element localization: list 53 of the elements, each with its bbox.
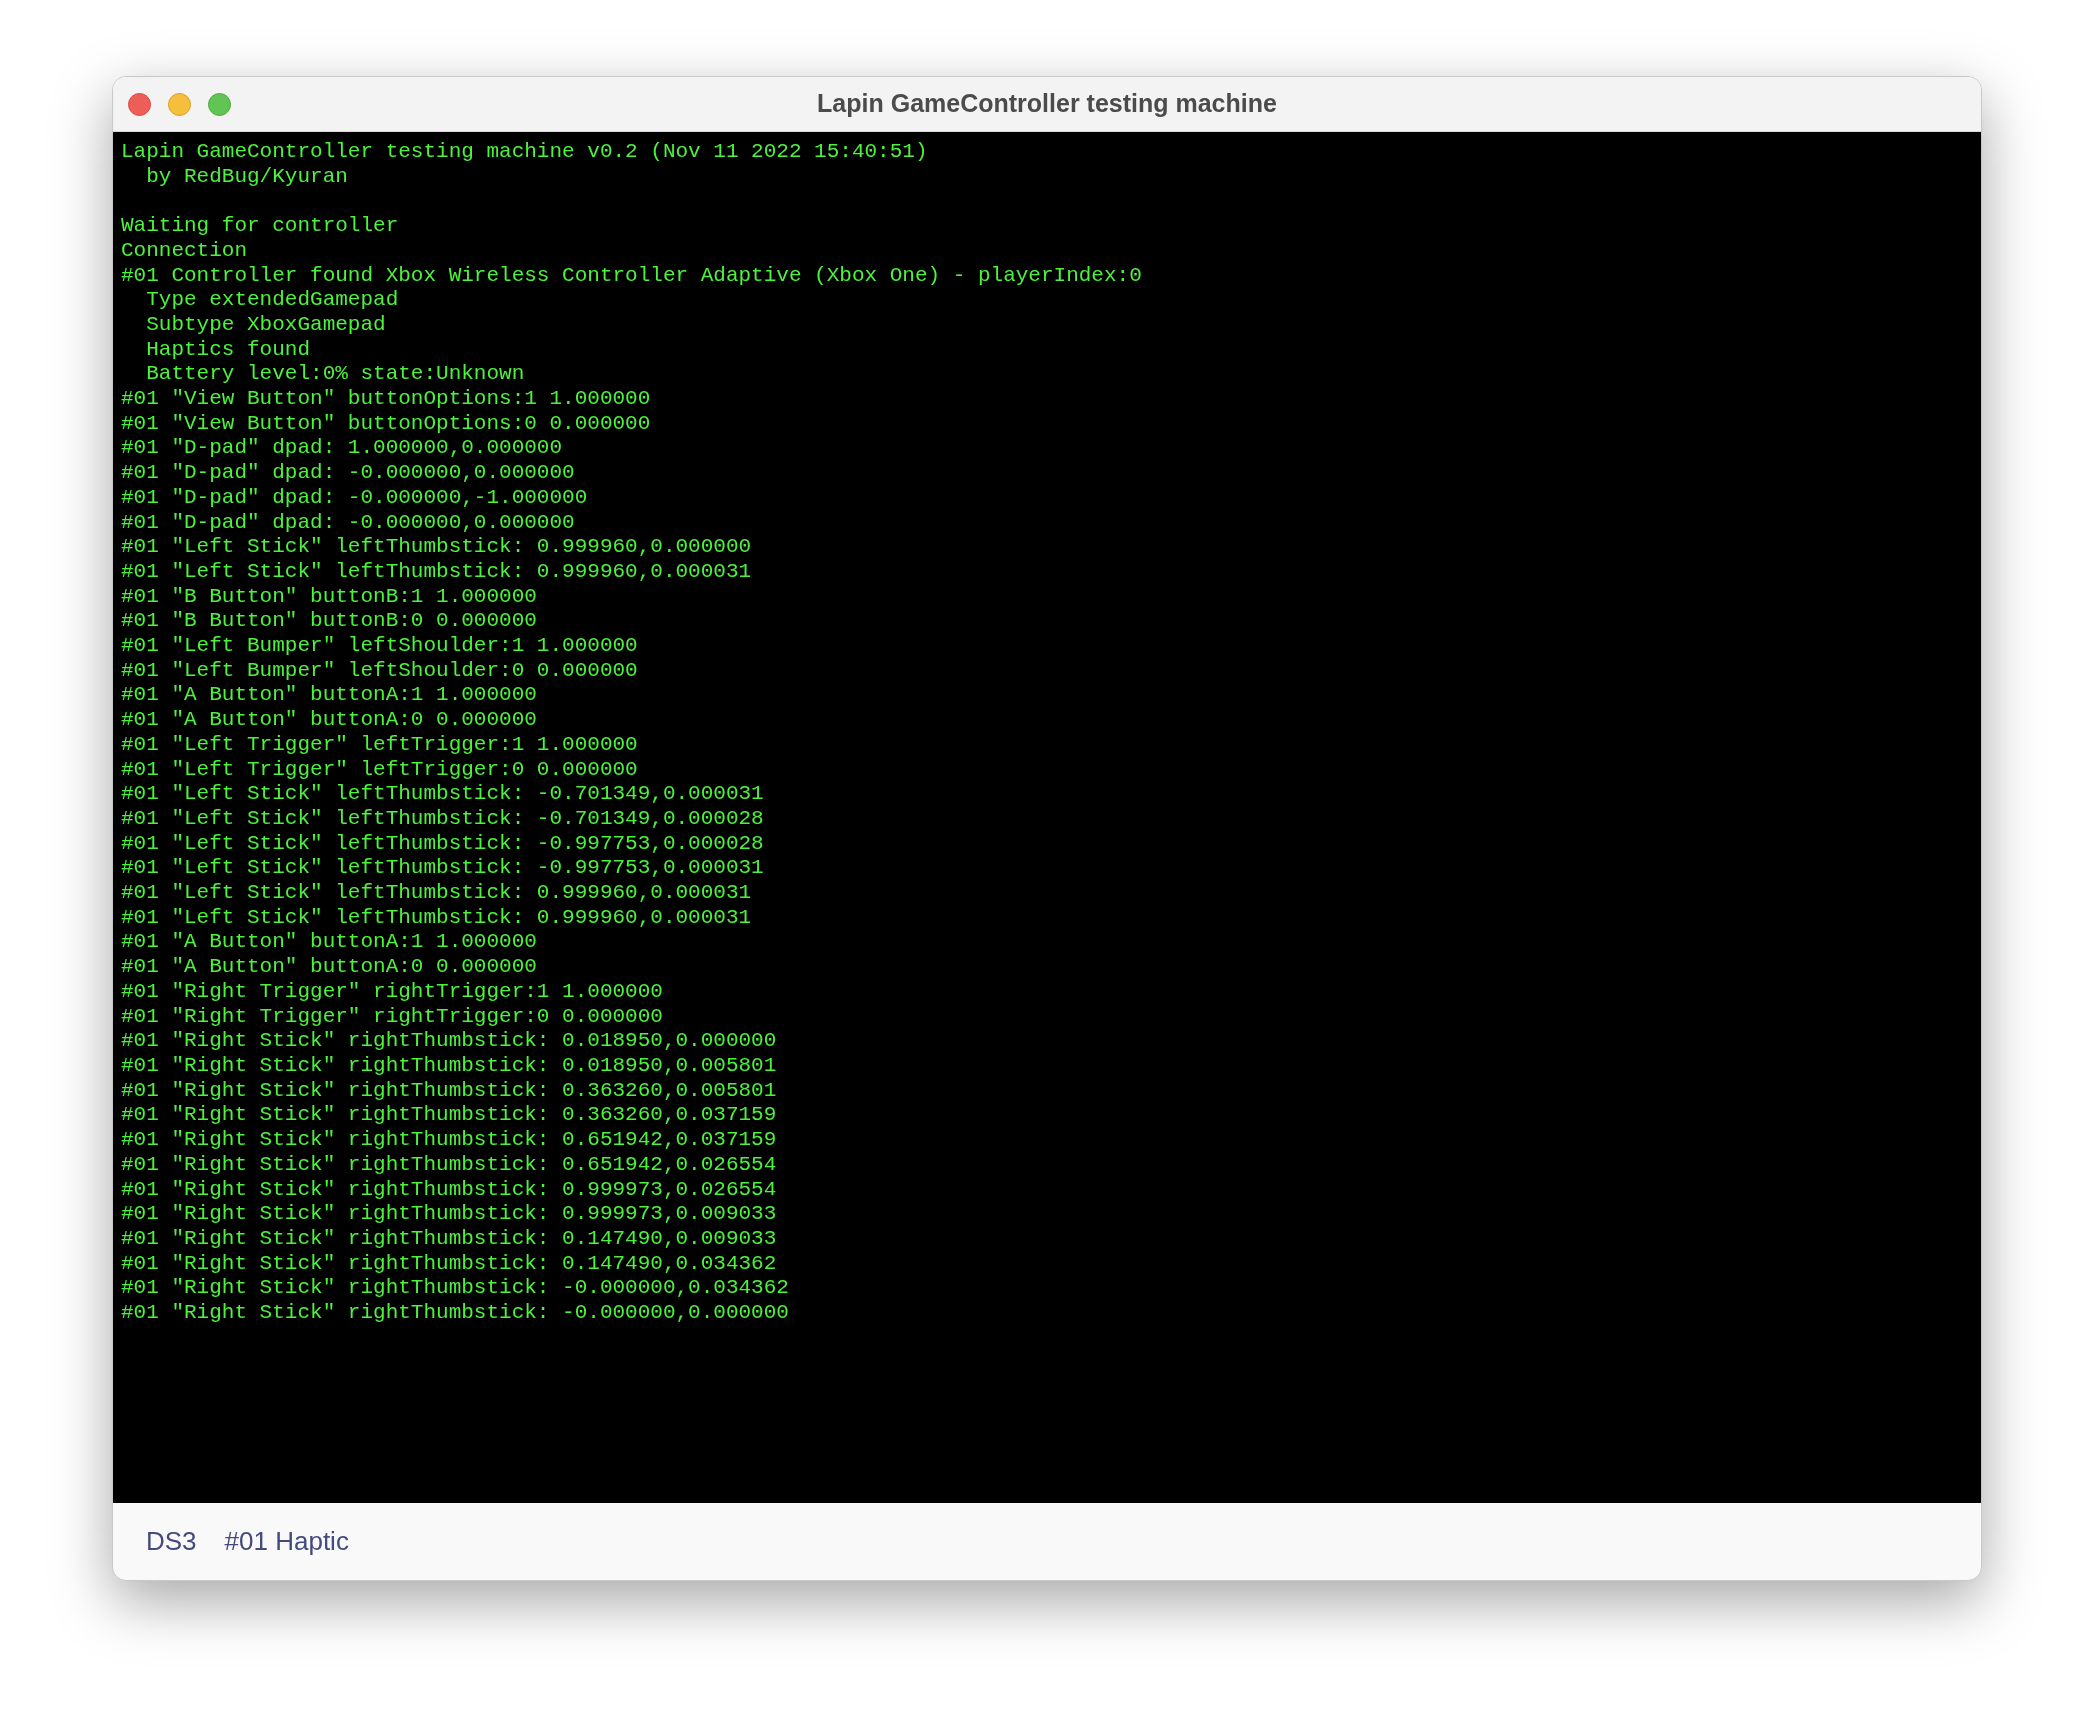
console-line: #01 "Left Stick" leftThumbstick: -0.701349,0.000031 — [121, 782, 764, 807]
console-line: by RedBug/Kyuran — [145, 164, 348, 190]
console-line: #01 "Left Trigger" leftTrigger:1 1.000000 — [121, 732, 638, 758]
window-title: Lapin GameController testing machine — [817, 88, 1277, 120]
console-line: #01 "Left Trigger" leftTrigger:0 0.000000 — [121, 757, 638, 783]
console-line: #01 "Left Stick" leftThumbstick: -0.701349,0.000028 — [121, 806, 764, 832]
console-line: #01 "Right Stick" rightThumbstick: 0.999973,0.026554 — [121, 1177, 777, 1203]
console-line: #01 "D-pad" dpad: -0.000000,-1.000000 — [121, 485, 588, 511]
footer-button[interactable]: #01 Haptic — [224, 1522, 349, 1561]
console-line: #01 "Right Stick" rightThumbstick: 0.999973,0.009033 — [121, 1202, 777, 1227]
console-line: #01 "Left Stick" leftThumbstick: 0.999960,0.000000 — [121, 535, 752, 560]
console-line: Subtype XboxGamepad — [145, 312, 386, 338]
console-line: #01 "Right Stick" rightThumbstick: -0.000000,0.000000 — [121, 1301, 789, 1326]
console-line: #01 "View Button" buttonOptions:0 0.000000 — [121, 411, 651, 437]
console-line: #01 "A Button" buttonA:0 0.000000 — [121, 708, 537, 733]
console-line: Haptics found — [145, 337, 311, 363]
console-line: Lapin GameController testing machine v0.2 (Nov 11 2022 15:40:51) — [121, 140, 928, 165]
zoom-button[interactable] — [208, 93, 231, 116]
console-line: #01 "Right Stick" rightThumbstick: 0.018950,0.005801 — [121, 1054, 777, 1079]
console-line: #01 "Left Stick" leftThumbstick: -0.997753,0.000031 — [121, 856, 764, 882]
console-line: #01 "Right Stick" rightThumbstick: 0.651942,0.026554 — [121, 1152, 777, 1178]
console-line: #01 "Right Stick" rightThumbstick: 0.147490,0.034362 — [121, 1251, 777, 1277]
console-line: Battery level:0% state:Unknown — [145, 362, 525, 387]
console-line: #01 "Left Bumper" leftShoulder:0 0.000000 — [121, 658, 638, 684]
console-line: #01 Controller found Xbox Wireless Controller Adaptive (Xbox One) - playerIndex:0 — [121, 263, 1142, 289]
console-line: #01 "Right Stick" rightThumbstick: -0.000000,0.034362 — [121, 1276, 789, 1302]
console-line: #01 "Left Stick" leftThumbstick: 0.999960,0.000031 — [121, 881, 752, 906]
console-line: #01 "Right Stick" rightThumbstick: 0.363260,0.005801 — [121, 1078, 777, 1104]
footer-button[interactable]: DS3 — [146, 1522, 197, 1561]
console-line: #01 "Right Trigger" rightTrigger:1 1.000000 — [121, 979, 663, 1005]
console-line: #01 "Left Stick" leftThumbstick: 0.999960,0.000031 — [121, 905, 752, 931]
console-line: #01 "View Button" buttonOptions:1 1.000000 — [121, 387, 651, 412]
console-line: #01 "Right Trigger" rightTrigger:0 0.000000 — [121, 1004, 663, 1030]
close-button[interactable] — [128, 93, 151, 116]
console-line: #01 "Left Stick" leftThumbstick: 0.999960,0.000031 — [121, 559, 752, 585]
minimize-button[interactable] — [168, 93, 191, 116]
console-line: #01 "A Button" buttonA:0 0.000000 — [121, 955, 537, 980]
console-line: #01 "Right Stick" rightThumbstick: 0.018950,0.000000 — [121, 1029, 777, 1054]
console-line: #01 "D-pad" dpad: -0.000000,0.000000 — [121, 461, 575, 486]
console-line: #01 "Right Stick" rightThumbstick: 0.363260,0.037159 — [121, 1103, 777, 1129]
console-line: #01 "Left Bumper" leftShoulder:1 1.000000 — [121, 634, 638, 659]
console-line: Type extendedGamepad — [145, 288, 399, 313]
console-line: Waiting for controller — [121, 214, 399, 239]
console-line: #01 "B Button" buttonB:1 1.000000 — [121, 584, 537, 610]
console-line: #01 "D-pad" dpad: 1.000000,0.000000 — [121, 436, 563, 462]
console-line: #01 "Right Stick" rightThumbstick: 0.147490,0.009033 — [121, 1226, 777, 1252]
console-line: #01 "A Button" buttonA:1 1.000000 — [121, 930, 537, 956]
console-line: #01 "A Button" buttonA:1 1.000000 — [121, 683, 537, 709]
console-line: #01 "B Button" buttonB:0 0.000000 — [121, 609, 537, 635]
console-line: #01 "Right Stick" rightThumbstick: 0.651942,0.037159 — [121, 1128, 777, 1153]
console-line: Connection — [121, 238, 248, 264]
console-line: #01 "Left Stick" leftThumbstick: -0.997753,0.000028 — [121, 831, 764, 857]
console-line: #01 "D-pad" dpad: -0.000000,0.000000 — [121, 510, 575, 536]
